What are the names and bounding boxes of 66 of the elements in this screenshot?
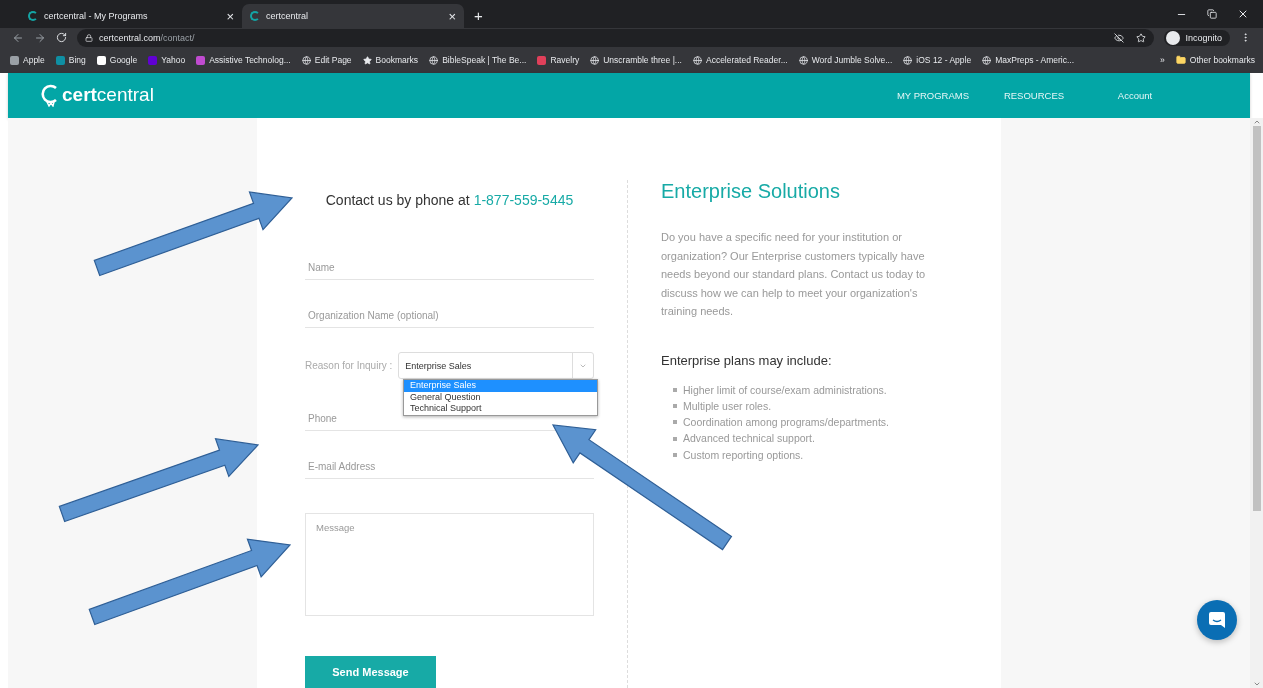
list-heading: Enterprise plans may include: [661,352,833,368]
browser-tab[interactable]: certcentral - My Programs × [20,4,242,28]
globe-icon [903,55,913,65]
bookmark-link[interactable]: Edit Page [301,55,352,66]
bullet-icon [673,387,677,392]
restore-icon[interactable] [1207,9,1217,19]
folder-icon [1175,55,1186,66]
scrollbar[interactable] [1250,118,1263,688]
globe-icon [982,55,992,65]
globe-icon [798,55,808,65]
favicon-icon [250,11,260,21]
list-item: Custom reporting options. [683,447,804,463]
bookmark-link[interactable]: Yahoo [148,55,186,66]
bookmark-link[interactable]: Unscramble three |... [590,55,682,66]
back-icon[interactable] [12,31,24,44]
dropdown-option[interactable]: Technical Support [404,403,597,415]
list-item: Multiple user roles. [683,398,772,414]
eye-off-icon[interactable] [1114,32,1125,43]
list-item: Advanced technical support. [683,431,815,447]
bookmark-link[interactable]: Bookmarks [362,55,419,66]
phone-text: Contact us by phone at 1-877-559-5445 [324,192,575,208]
bookmark-link[interactable]: Assistive Technolog... [196,55,291,66]
intro-paragraph: Do you have a specific need for your institution or organization? Our Enterprise customers typically have needs beyond our standard plans. Contact us today to discuss how we can help to meet your organization's training needs. [661,230,927,319]
close-tab-icon[interactable]: × [448,9,456,23]
globe-icon [590,55,600,65]
scroll-up-icon[interactable] [1252,118,1261,126]
star-icon[interactable] [1136,32,1147,43]
more-bookmarks-button[interactable]: » [1160,55,1165,66]
close-icon[interactable] [1237,8,1249,20]
close-tab-icon[interactable]: × [226,9,234,23]
bookmark-link[interactable]: Google [96,55,138,66]
bullet-icon [673,403,677,408]
chat-bubble-icon [1208,611,1226,629]
list-item: Higher limit of course/exam administrations. [683,382,887,398]
favicon-icon [537,55,547,65]
globe-icon [301,55,311,65]
avatar-icon [1166,30,1181,45]
scroll-down-icon[interactable] [1252,680,1261,688]
favicon-icon [196,55,206,65]
address-bar[interactable]: certcentral.com/contact/ [77,28,1155,47]
bookmark-link[interactable]: BibleSpeak | The Be... [429,55,527,66]
star-icon [362,55,372,65]
list-item: Coordination among programs/departments. [683,415,890,431]
bookmark-link[interactable]: Word Jumble Solve... [798,55,893,66]
favicon-icon [28,11,38,21]
new-tab-button[interactable]: + [474,8,483,23]
bullet-icon [673,452,677,457]
globe-icon [692,55,702,65]
bookmark-link[interactable]: MaxPreps - Americ... [982,55,1075,66]
forward-icon[interactable] [34,31,46,44]
globe-icon [429,55,439,65]
bookmark-link[interactable]: Ravelry [537,55,580,66]
bullet-icon [673,436,677,441]
field-label: Reason for Inquiry : [305,360,393,371]
bookmark-link[interactable]: Accelerated Reader... [692,55,788,66]
bookmark-link[interactable]: Bing [55,55,86,66]
section-title: Enterprise Solutions [661,180,841,203]
bullet-icon [673,420,677,425]
lock-icon [85,33,93,42]
bookmark-link[interactable]: Apple [10,55,45,66]
message-field[interactable]: Message [305,513,594,616]
bookmark-link[interactable]: iOS 12 - Apple [903,55,972,66]
bookmark-folder[interactable]: Other bookmarks [1175,55,1255,66]
profile-button[interactable]: Incognito [1164,29,1230,46]
reload-icon[interactable] [56,32,67,44]
browser-tab[interactable]: certcentral × [242,4,464,28]
